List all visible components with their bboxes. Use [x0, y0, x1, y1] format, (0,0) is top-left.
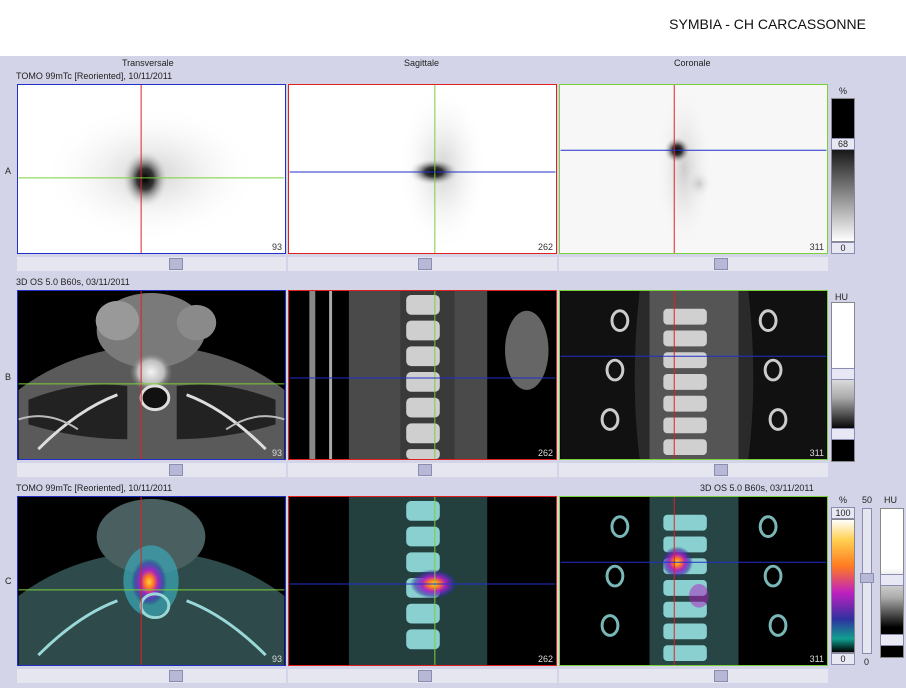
slider-handle[interactable]	[418, 258, 432, 270]
slice-number-c-coronal: 311	[809, 654, 824, 664]
slider-handle[interactable]	[714, 670, 728, 682]
slider-handle[interactable]	[169, 670, 183, 682]
scale-a-min[interactable]: 0	[831, 242, 855, 254]
blend-slider[interactable]	[860, 508, 874, 654]
slider-c-coronal[interactable]	[559, 669, 828, 683]
viewport-c-coronal[interactable]: 311	[559, 496, 828, 666]
slider-b-transverse[interactable]	[17, 463, 286, 477]
slice-number-c-transverse: 93	[271, 654, 282, 664]
viewer-workspace: Transversale Sagittale Coronale TOMO 99m…	[0, 56, 906, 688]
scale-b-window-bottom[interactable]	[831, 428, 855, 440]
viewport-a-transverse[interactable]: 93	[17, 84, 286, 254]
slice-number-a-sagittal: 262	[537, 242, 553, 252]
viewport-a-sagittal[interactable]: 262	[288, 84, 557, 254]
slice-number-b-sagittal: 262	[537, 448, 553, 458]
scale-b-window-top[interactable]	[831, 368, 855, 380]
color-scale-a[interactable]	[831, 98, 855, 242]
slice-number-c-sagittal: 262	[537, 654, 553, 664]
site-title: SYMBIA - CH CARCASSONNE	[669, 16, 866, 32]
slice-number-b-transverse: 93	[271, 448, 282, 458]
scale-a-unit: %	[839, 86, 848, 96]
scale-a-level[interactable]: 68	[831, 138, 855, 150]
row-b-series-label: 3D OS 5.0 B60s, 03/11/2011	[16, 277, 130, 287]
blend-slider-handle[interactable]	[860, 573, 874, 583]
slider-handle[interactable]	[714, 464, 728, 476]
scale-c-hu-bottom: 0	[864, 657, 870, 667]
row-a-letter: A	[5, 166, 12, 176]
scale-c-min[interactable]: 0	[831, 653, 855, 665]
viewport-a-coronal[interactable]: 311	[559, 84, 828, 254]
color-scale-c-pet[interactable]	[831, 519, 855, 653]
slider-a-transverse[interactable]	[17, 257, 286, 271]
row-c-series-label-left: TOMO 99mTc [Reoriented], 10/11/2011	[16, 483, 173, 493]
row-c-series-label-right: 3D OS 5.0 B60s, 03/11/2011	[700, 483, 814, 493]
viewport-b-coronal[interactable]: 311	[559, 290, 828, 460]
scale-b-unit: HU	[835, 292, 848, 302]
slider-handle[interactable]	[418, 464, 432, 476]
scale-c-max[interactable]: 100	[831, 507, 855, 519]
scale-c-unit-hu: HU	[884, 495, 897, 505]
column-header-coronal: Coronale	[674, 58, 711, 68]
column-header-sagittal: Sagittale	[404, 58, 440, 68]
slider-handle[interactable]	[418, 670, 432, 682]
slice-number-a-coronal: 311	[809, 242, 824, 252]
row-b-letter: B	[5, 372, 12, 382]
row-c-letter: C	[5, 576, 12, 586]
slider-b-sagittal[interactable]	[288, 463, 557, 477]
slider-handle[interactable]	[169, 464, 183, 476]
app-header: SYMBIA - CH CARCASSONNE	[0, 0, 906, 56]
slider-b-coronal[interactable]	[559, 463, 828, 477]
row-a-series-label: TOMO 99mTc [Reoriented], 10/11/2011	[16, 71, 173, 81]
viewport-c-sagittal[interactable]: 262	[288, 496, 557, 666]
viewport-b-sagittal[interactable]: 262	[288, 290, 557, 460]
slider-handle[interactable]	[714, 258, 728, 270]
scale-c-hu-top: 50	[862, 495, 873, 505]
slider-a-sagittal[interactable]	[288, 257, 557, 271]
slice-number-a-transverse: 93	[271, 242, 282, 252]
slider-c-sagittal[interactable]	[288, 669, 557, 683]
scale-c-unit-pct: %	[839, 495, 848, 505]
slider-handle[interactable]	[169, 258, 183, 270]
slider-c-transverse[interactable]	[17, 669, 286, 683]
viewport-b-transverse[interactable]: 93	[17, 290, 286, 460]
viewport-c-transverse[interactable]: 93	[17, 496, 286, 666]
scale-c-ct-window-bottom[interactable]	[880, 634, 904, 646]
scale-c-ct-window-top[interactable]	[880, 574, 904, 586]
slider-a-coronal[interactable]	[559, 257, 828, 271]
slice-number-b-coronal: 311	[809, 448, 824, 458]
column-header-transverse: Transversale	[122, 58, 174, 68]
